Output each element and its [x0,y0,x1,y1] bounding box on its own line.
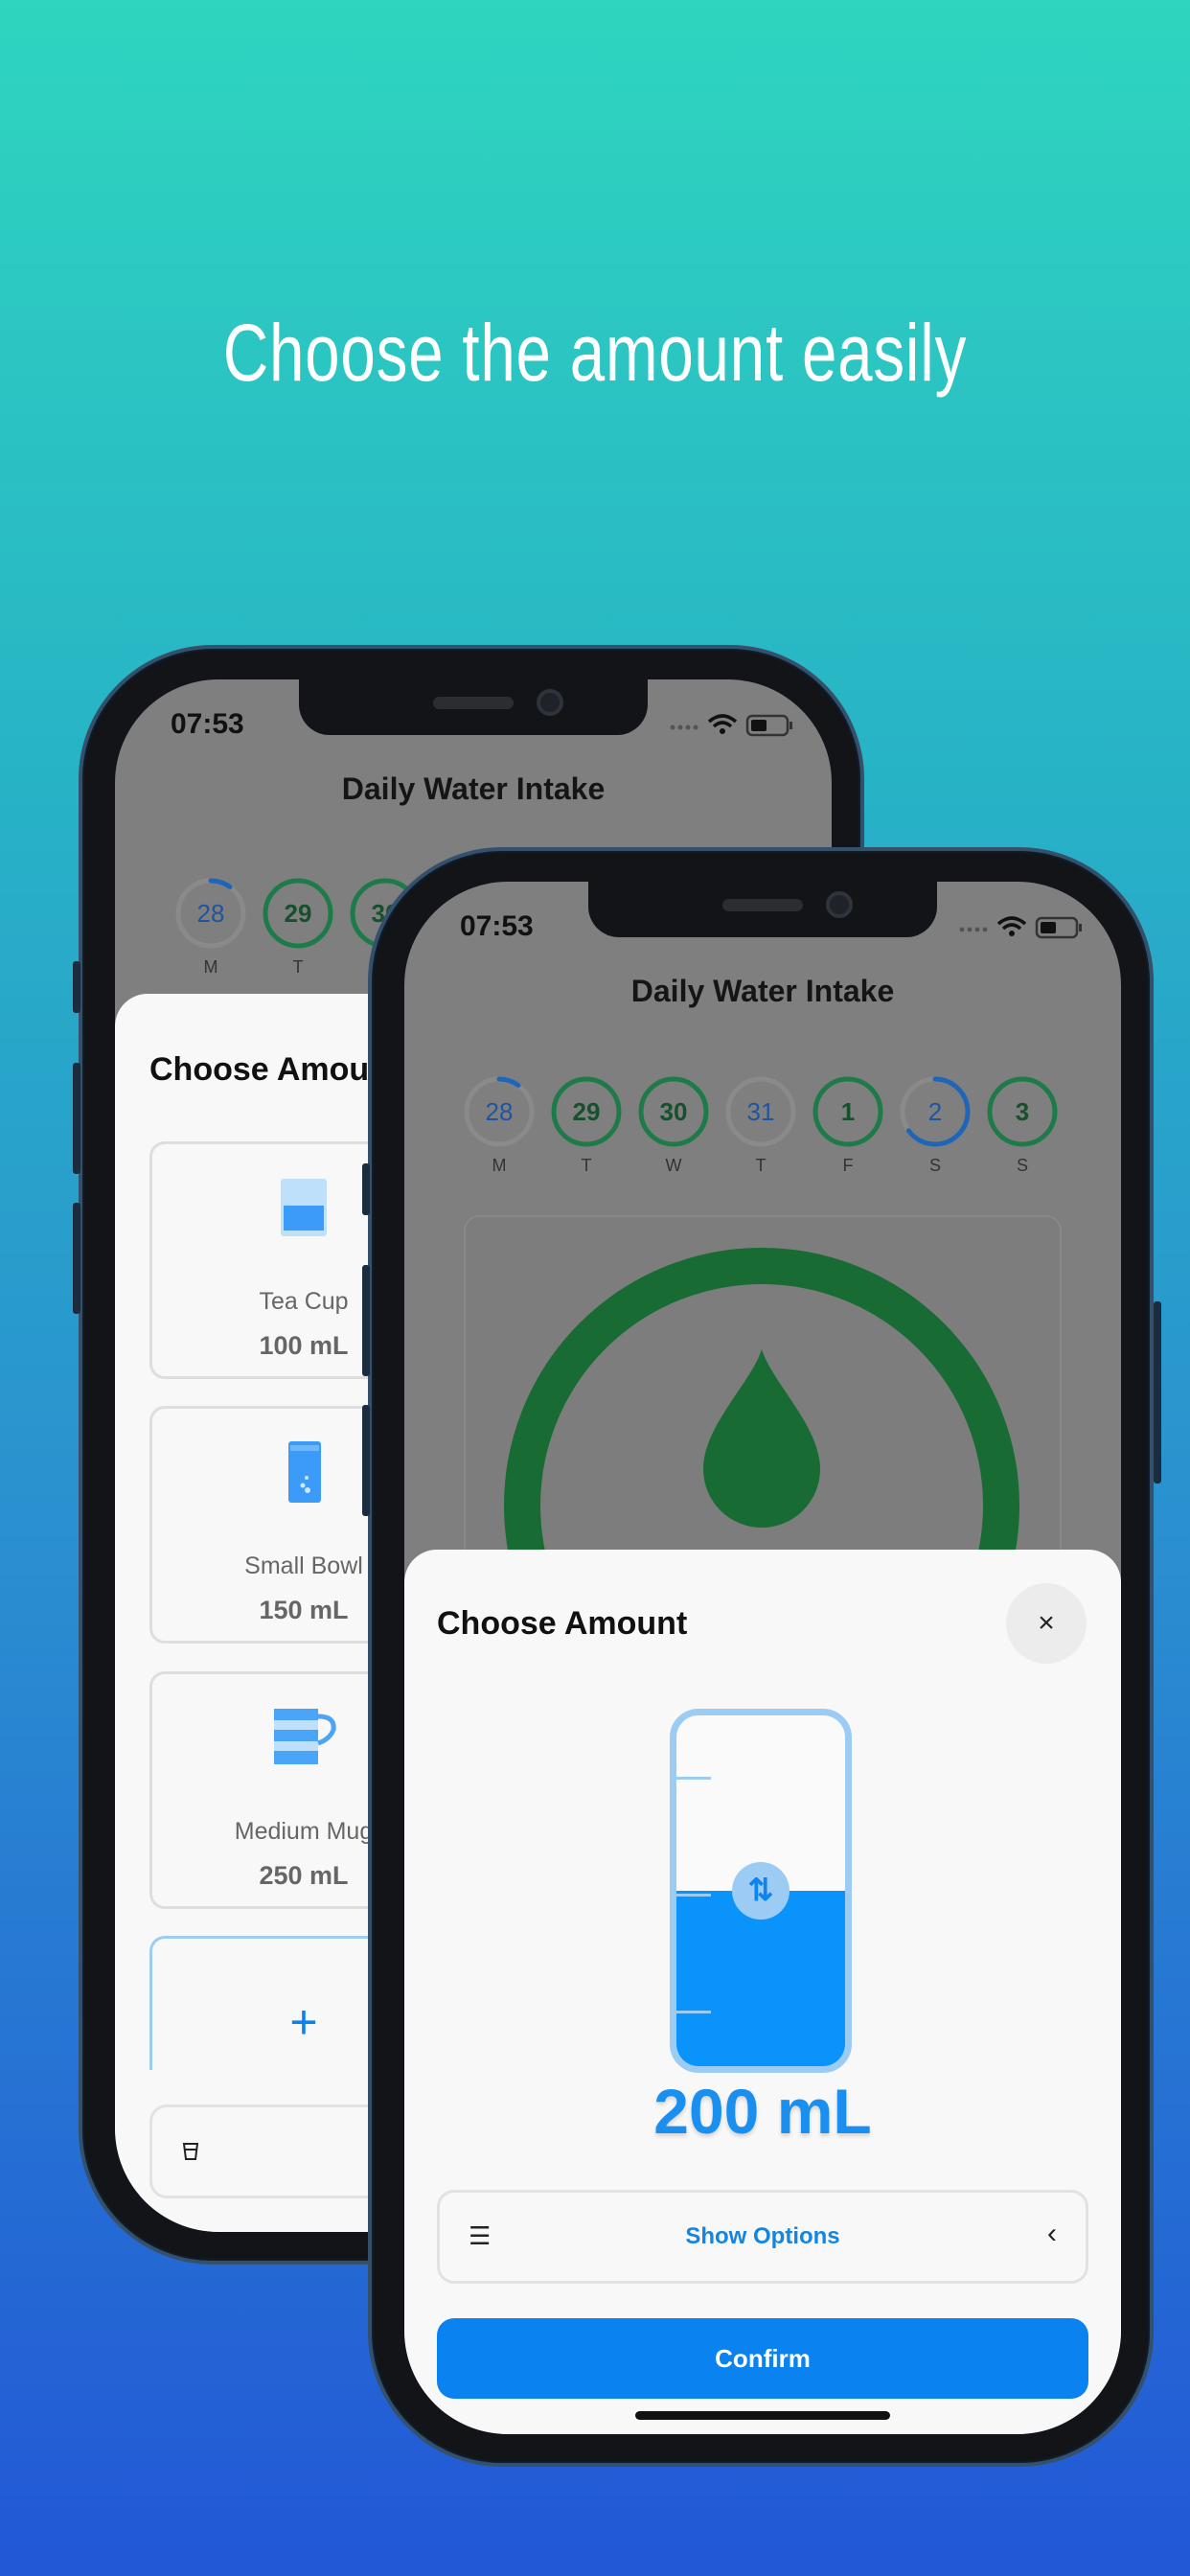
drag-handle-arrows-icon[interactable]: ⇅ [732,1862,790,1920]
day-number: 29 [572,1097,601,1126]
camera-icon [537,689,563,716]
wifi-icon [996,916,1027,931]
mute-switch [362,1163,370,1215]
app-title: Daily Water Intake [630,974,895,1008]
day-30[interactable]: 30 W [635,1073,712,1176]
show-options-label: Show Options [685,2223,840,2249]
day-number: 2 [927,1097,943,1126]
home-indicator [635,2411,890,2420]
day-letter: S [1016,1156,1028,1175]
day-number: 3 [1015,1097,1030,1126]
day-letter: S [928,1156,941,1175]
day-number: 31 [746,1097,775,1126]
choose-amount-sheet: Choose Amount × ⇅ 200 mL ☰ Show Options … [404,1550,1121,2434]
power-button [1154,1301,1161,1484]
front-screen: 07:53 Daily Water Intake 28 M 29 T 30 W 31 T 1 F 2… [404,882,1121,2434]
status-time: 07:53 [171,708,244,740]
day-letter: T [581,1156,592,1175]
day-number: 28 [196,899,225,928]
notch [588,882,937,937]
glass-tick [676,1894,711,1897]
day-letter: F [842,1156,854,1175]
status-icons [670,714,792,737]
wifi-icon [707,714,738,728]
day-letter: W [665,1156,682,1175]
battery-icon [1035,916,1082,939]
show-options-button[interactable]: ☰ Show Options ‹ [437,2190,1088,2284]
sheet-title: Choose Amount [149,1051,400,1088]
day-29[interactable]: 29 T [548,1073,625,1176]
close-button[interactable]: × [1006,1583,1087,1664]
day-letter: T [292,957,304,977]
day-number: 1 [840,1097,856,1126]
volume-up-button [362,1265,370,1376]
app-title: Daily Water Intake [341,771,606,806]
water-drop-icon [703,1349,820,1528]
chevron-left-icon: ‹ [1047,2218,1057,2249]
day-28[interactable]: 28 M [461,1073,538,1176]
day-1[interactable]: 1F [810,1073,886,1176]
sheet-title: Choose Amount [437,1605,688,1642]
front-phone: 07:53 Daily Water Intake 28 M 29 T 30 W 31 T 1 F 2… [362,847,1161,2467]
signal-dots-icon [670,724,698,730]
tea-cup-icon [281,1179,327,1236]
notch [299,679,648,735]
day-letter: M [203,957,218,977]
mute-switch [73,961,80,1013]
selected-amount: 200 mL [653,2076,872,2147]
status-time: 07:53 [460,910,534,942]
day-3[interactable]: 3S [984,1073,1061,1176]
status-icons [959,916,1082,939]
camera-icon [826,891,853,918]
headline: Choose the amount easily [222,308,968,398]
day-number: 28 [485,1097,514,1126]
day-29[interactable]: 29 T [260,875,336,978]
volume-down-button [362,1405,370,1516]
volume-up-button [73,1063,80,1174]
cup-icon [182,2143,199,2160]
signal-dots-icon [959,927,988,932]
glass-tick [676,2011,711,2013]
volume-down-button [73,1203,80,1314]
day-31[interactable]: 31 T [722,1073,799,1176]
glass-tick [676,1777,711,1780]
day-28[interactable]: 28 M [172,875,249,978]
day-number: 30 [659,1097,688,1126]
day-2[interactable]: 2S [897,1073,973,1176]
glass-icon [288,1441,321,1503]
amount-slider-glass[interactable]: ⇅ [670,1709,852,2073]
day-letter: M [492,1156,507,1175]
mug-icon [274,1709,336,1764]
confirm-button[interactable]: Confirm [437,2318,1088,2399]
battery-icon [745,714,792,737]
day-letter: T [755,1156,767,1175]
day-number: 29 [284,899,312,928]
